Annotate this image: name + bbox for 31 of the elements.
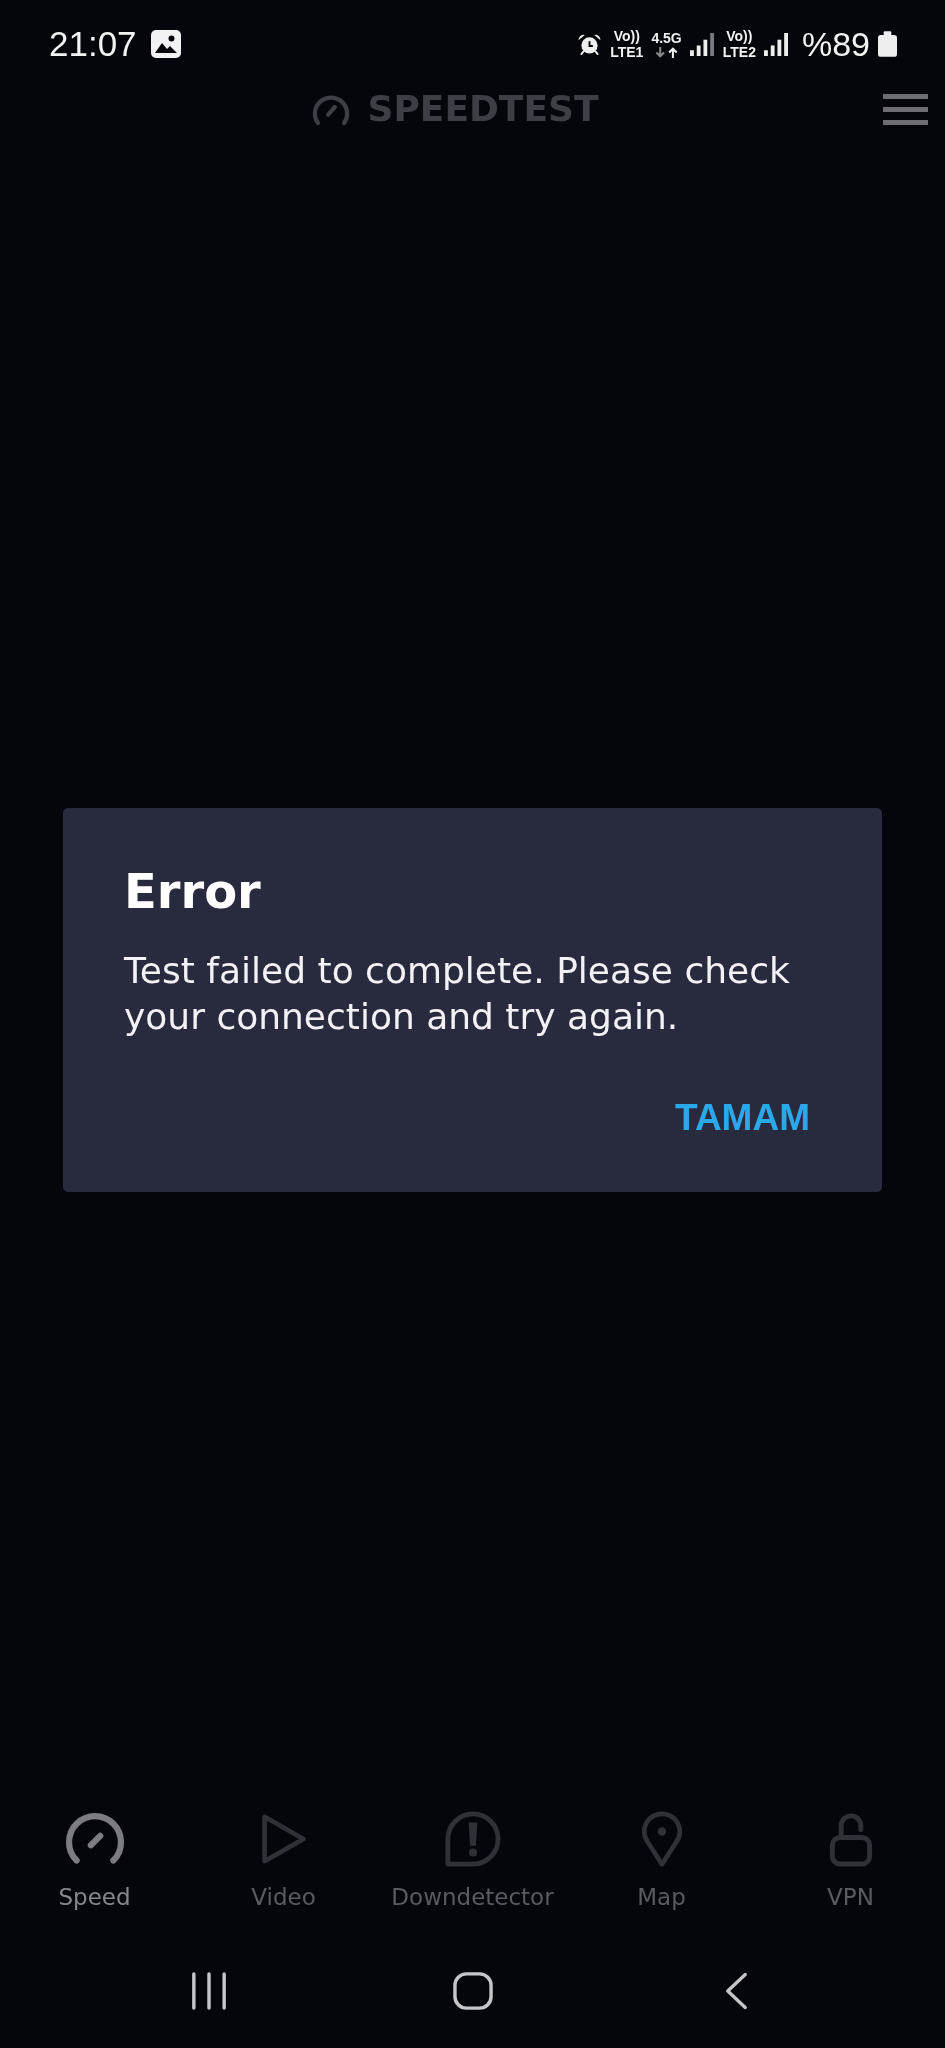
menu-icon[interactable] (883, 93, 928, 125)
dialog-title: Error (124, 863, 262, 919)
clock-time: 21:07 (49, 24, 137, 64)
play-icon (259, 1812, 308, 1866)
nav-tab[interactable]: Video (189, 1790, 378, 1930)
signal-icon (763, 32, 789, 56)
battery-icon (878, 31, 897, 57)
image-icon (150, 30, 181, 58)
nav-tab[interactable]: Speed (0, 1790, 189, 1930)
back-icon[interactable] (725, 1972, 748, 2010)
home-icon[interactable] (452, 1972, 493, 2010)
nav-tab[interactable]: Downdetector (378, 1790, 567, 1930)
alert-bubble-icon (442, 1811, 503, 1867)
nav-tab[interactable]: Map (567, 1790, 756, 1930)
gauge-icon (63, 1812, 126, 1866)
dialog-message: Test failed to complete. Please check your connection and try again. (124, 949, 791, 1039)
map-pin-icon (640, 1811, 683, 1867)
network-type-label: 4.5G (651, 30, 682, 45)
network-label: LTE2 (722, 45, 756, 59)
unlocked-padlock-icon (828, 1811, 873, 1867)
nav-tab[interactable]: VPN (756, 1790, 945, 1930)
recent-apps-icon[interactable] (190, 1972, 227, 2010)
volte-label: Vo)) (726, 29, 753, 43)
alarm-icon (577, 33, 603, 55)
battery-percent: %89 (801, 24, 870, 64)
volte-label: Vo)) (613, 29, 640, 43)
confirm-button[interactable]: TAMAM (663, 1088, 822, 1148)
app-title: SPEEDTEST (367, 88, 599, 130)
signal-icon (689, 32, 715, 56)
data-arrows-icon (653, 46, 680, 58)
network-label: LTE1 (610, 45, 644, 59)
